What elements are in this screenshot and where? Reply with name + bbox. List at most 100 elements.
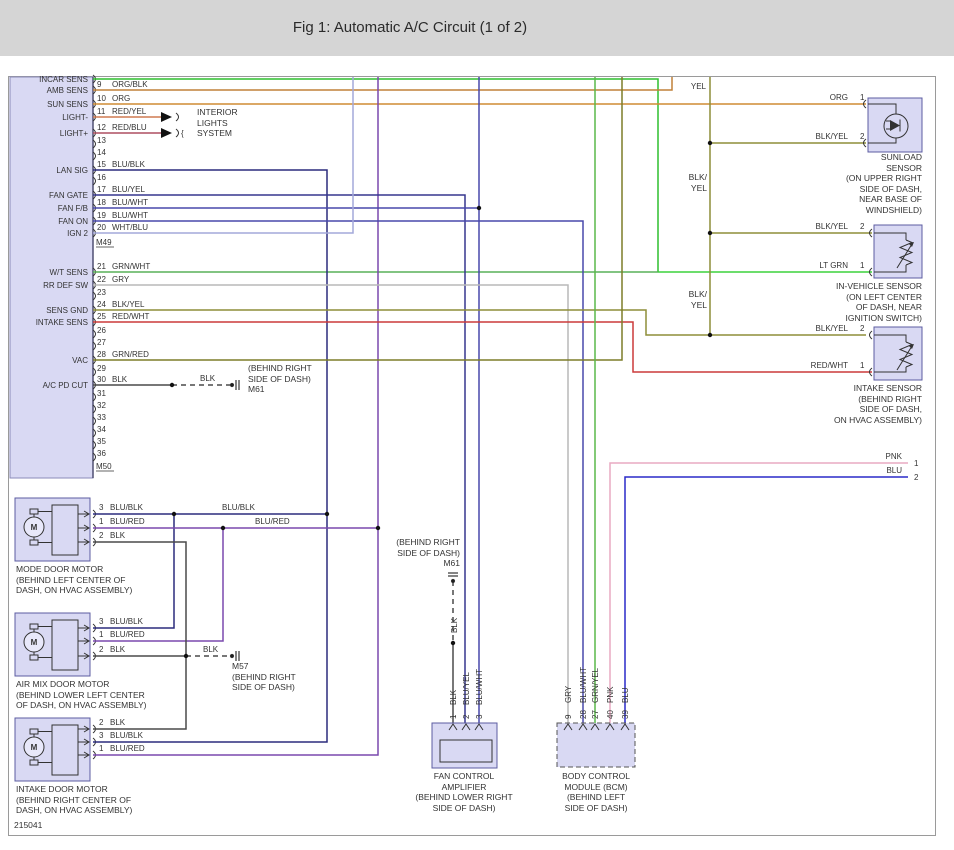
sunload-sensor [863,97,923,153]
svg-text:3: 3 [99,731,104,740]
svg-text:20: 20 [97,223,106,232]
svg-text:BLK/YEL: BLK/YEL [816,222,849,231]
svg-text:BLK: BLK [110,531,126,540]
svg-text:BLK: BLK [110,645,126,654]
svg-text:1: 1 [860,361,865,370]
svg-text:1: 1 [860,93,865,102]
svg-text:RED/YEL: RED/YEL [112,107,147,116]
svg-text:29: 29 [97,364,106,373]
m57-splice-symbol [229,653,235,659]
svg-text:INTAKE SENS: INTAKE SENS [36,318,88,327]
svg-text:BLU/RED: BLU/RED [110,630,145,639]
svg-text:33: 33 [97,413,106,422]
svg-text:31: 31 [97,389,106,398]
svg-text:LIGHT+: LIGHT+ [60,129,89,138]
figure-number: 215041 [14,820,43,830]
m61-splice-a-symbol [229,382,235,388]
svg-text:1: 1 [99,744,104,753]
svg-text:19: 19 [97,211,106,220]
svg-text:BLU/YEL: BLU/YEL [462,672,471,705]
air-mix-door-motor-caption: AIR MIX DOOR MOTOR (BEHIND LOWER LEFT CE… [16,679,147,710]
svg-text:BLK: BLK [450,617,459,633]
intake-sensor-caption: INTAKE SENSOR (BEHIND RIGHT SIDE OF DASH… [833,383,922,425]
svg-text:3: 3 [99,503,104,512]
blk-yel-stack-label-2: BLK/ YEL [688,289,707,310]
svg-text:PNK: PNK [606,686,615,703]
svg-text:BLU: BLU [621,687,630,703]
wiring-diagram-page: Fig 1: Automatic A/C Circuit (1 of 2) {… [0,0,954,850]
intake-door-motor: M [14,717,91,782]
svg-text:BLK: BLK [110,718,126,727]
svg-text:AMB SENS: AMB SENS [47,86,88,95]
svg-text:BLU/RED: BLU/RED [255,517,290,526]
svg-text:27: 27 [97,338,106,347]
svg-text:13: 13 [97,136,106,145]
svg-text:RED/WHT: RED/WHT [811,361,848,370]
in-vehicle-sensor [869,224,923,279]
svg-text:BLU/BLK: BLU/BLK [222,503,256,512]
svg-text:BLU/BLK: BLU/BLK [112,160,146,169]
svg-text:IGN 2: IGN 2 [67,229,88,238]
svg-text:1: 1 [914,459,919,468]
m57-splice-caption: M57 (BEHIND RIGHT SIDE OF DASH) [232,661,296,692]
svg-text:ORG: ORG [830,93,848,102]
bcm-caption: BODY CONTROL MODULE (BCM) (BEHIND LEFT S… [562,771,630,813]
wiring-diagram-canvas: {M M M INCAR SENS 9 ORG/BLKAMB SENS 10 … [8,74,936,836]
svg-text:22: 22 [97,275,106,284]
fan-control-amplifier [431,722,498,769]
svg-text:3: 3 [475,714,484,719]
svg-text:11: 11 [97,107,106,116]
svg-text:GRN/RED: GRN/RED [112,350,149,359]
svg-text:26: 26 [97,326,106,335]
svg-text:BLU/BLK: BLU/BLK [110,503,144,512]
svg-text:23: 23 [97,288,106,297]
svg-text:2: 2 [860,132,865,141]
svg-text:39: 39 [621,710,630,719]
svg-text:BLK: BLK [200,374,216,383]
svg-text:35: 35 [97,437,106,446]
svg-text:40: 40 [606,710,615,719]
svg-text:SUN SENS: SUN SENS [47,100,88,109]
svg-text:1: 1 [99,630,104,639]
svg-text:SENS GND: SENS GND [46,306,88,315]
body-control-module [556,722,636,768]
svg-text:9: 9 [97,80,102,89]
svg-text:10: 10 [97,94,106,103]
brace-glyph: { [181,129,184,138]
interior-lights-caption: INTERIOR LIGHTS SYSTEM [197,107,238,138]
svg-text:FAN F/B: FAN F/B [58,204,88,213]
connector-id-m50: M50 [96,462,112,471]
svg-text:BLU/WHT: BLU/WHT [579,667,588,703]
svg-text:2: 2 [860,222,865,231]
signal-label: INCAR SENS [39,75,88,84]
svg-text:BLU/WHT: BLU/WHT [112,211,148,220]
svg-text:16: 16 [97,173,106,182]
svg-text:FAN GATE: FAN GATE [49,191,88,200]
svg-text:BLK: BLK [449,689,458,705]
svg-text:1: 1 [99,517,104,526]
svg-text:1: 1 [449,714,458,719]
svg-text:21: 21 [97,262,106,271]
svg-text:BLU/RED: BLU/RED [110,517,145,526]
svg-text:2: 2 [462,714,471,719]
sunload-sensor-caption: SUNLOAD SENSOR (ON UPPER RIGHT SIDE OF D… [845,152,922,215]
intake-sensor [869,326,923,381]
svg-text:WHT/BLU: WHT/BLU [112,223,148,232]
diagram-frame [8,76,936,836]
svg-text:RED/BLU: RED/BLU [112,123,147,132]
fan-control-amplifier-caption: FAN CONTROL AMPLIFIER (BEHIND LOWER RIGH… [415,771,513,813]
m61-splice-b-caption: (BEHIND RIGHT SIDE OF DASH) M61 [396,537,460,568]
connector-id-m49: M49 [96,238,112,247]
svg-text:VAC: VAC [72,356,88,365]
svg-text:BLK/YEL: BLK/YEL [816,324,849,333]
svg-text:28: 28 [97,350,106,359]
svg-text:2: 2 [99,718,104,727]
svg-text:25: 25 [97,312,106,321]
svg-text:9: 9 [564,714,573,719]
svg-text:GRY: GRY [112,275,130,284]
motor-letter: M [31,743,38,752]
svg-text:BLU/BLK: BLU/BLK [110,617,144,626]
svg-text:BLU/RED: BLU/RED [110,744,145,753]
air-mix-door-motor: M [14,612,91,677]
svg-text:BLU/YEL: BLU/YEL [112,185,145,194]
